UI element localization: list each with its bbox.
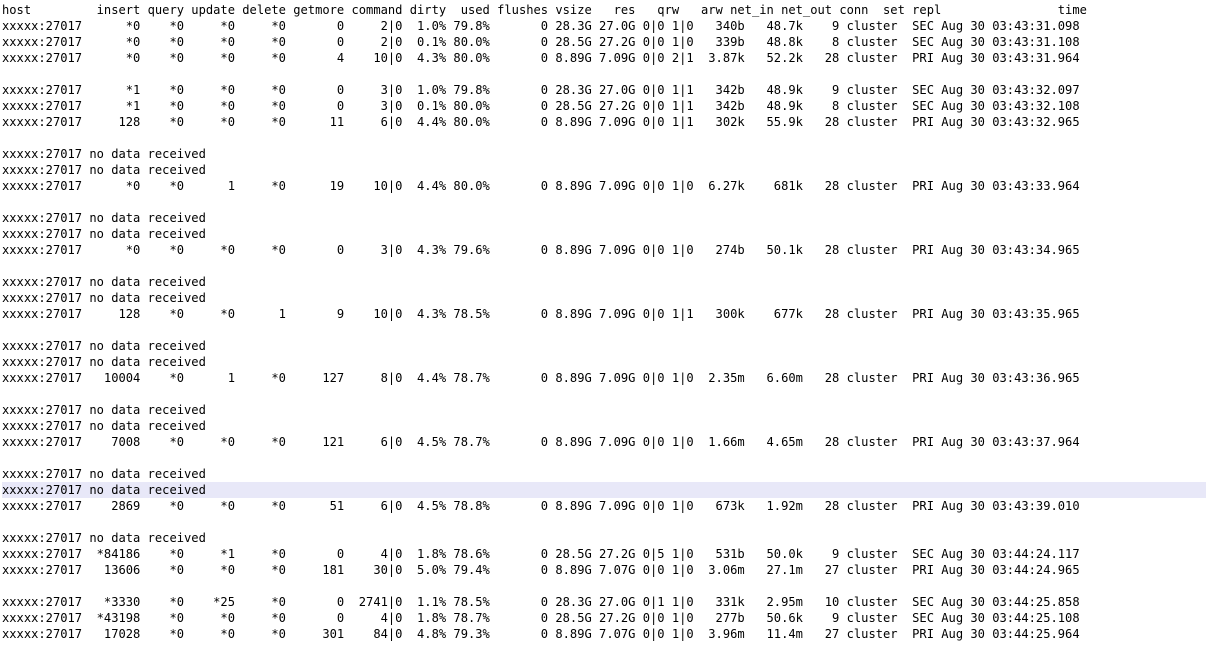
stat-line: xxxxx:27017 *0 *0 *0 *0 0 2|0 1.0% 79.8%… [2,19,1080,33]
no-data-line: xxxxx:27017 no data received [2,275,206,289]
no-data-line: xxxxx:27017 no data received [2,147,206,161]
no-data-line: xxxxx:27017 no data received [2,355,206,369]
no-data-line: xxxxx:27017 no data received [2,403,206,417]
stat-line: xxxxx:27017 2869 *0 *0 *0 51 6|0 4.5% 78… [2,499,1080,513]
no-data-line: xxxxx:27017 no data received [2,419,206,433]
stat-line: xxxxx:27017 *1 *0 *0 *0 0 3|0 0.1% 80.0%… [2,99,1080,113]
stat-line: xxxxx:27017 17028 *0 *0 *0 301 84|0 4.8%… [2,627,1080,641]
no-data-line: xxxxx:27017 no data received [2,482,1206,498]
stat-line: xxxxx:27017 *0 *0 *0 *0 0 3|0 4.3% 79.6%… [2,243,1080,257]
stat-line: xxxxx:27017 7008 *0 *0 *0 121 6|0 4.5% 7… [2,435,1080,449]
no-data-line: xxxxx:27017 no data received [2,339,206,353]
stat-line: xxxxx:27017 *0 *0 *0 *0 0 2|0 0.1% 80.0%… [2,35,1080,49]
no-data-line: xxxxx:27017 no data received [2,211,206,225]
stat-line: xxxxx:27017 128 *0 *0 1 9 10|0 4.3% 78.5… [2,307,1080,321]
stat-line: xxxxx:27017 *0 *0 *0 *0 4 10|0 4.3% 80.0… [2,51,1080,65]
no-data-line: xxxxx:27017 no data received [2,227,206,241]
no-data-line: xxxxx:27017 no data received [2,531,206,545]
terminal-output[interactable]: host insert query update delete getmore … [2,2,1206,642]
column-header-line: host insert query update delete getmore … [2,3,1087,17]
stat-line: xxxxx:27017 13606 *0 *0 *0 181 30|0 5.0%… [2,563,1080,577]
stat-line: xxxxx:27017 *3330 *0 *25 *0 0 2741|0 1.1… [2,595,1080,609]
stat-line: xxxxx:27017 *84186 *0 *1 *0 0 4|0 1.8% 7… [2,547,1080,561]
stat-line: xxxxx:27017 *43198 *0 *0 *0 0 4|0 1.8% 7… [2,611,1080,625]
stat-line: xxxxx:27017 128 *0 *0 *0 11 6|0 4.4% 80.… [2,115,1080,129]
stat-line: xxxxx:27017 *0 *0 1 *0 19 10|0 4.4% 80.0… [2,179,1080,193]
stat-line: xxxxx:27017 *1 *0 *0 *0 0 3|0 1.0% 79.8%… [2,83,1080,97]
stat-line: xxxxx:27017 10004 *0 1 *0 127 8|0 4.4% 7… [2,371,1080,385]
no-data-line: xxxxx:27017 no data received [2,163,206,177]
no-data-line: xxxxx:27017 no data received [2,291,206,305]
no-data-line: xxxxx:27017 no data received [2,467,206,481]
